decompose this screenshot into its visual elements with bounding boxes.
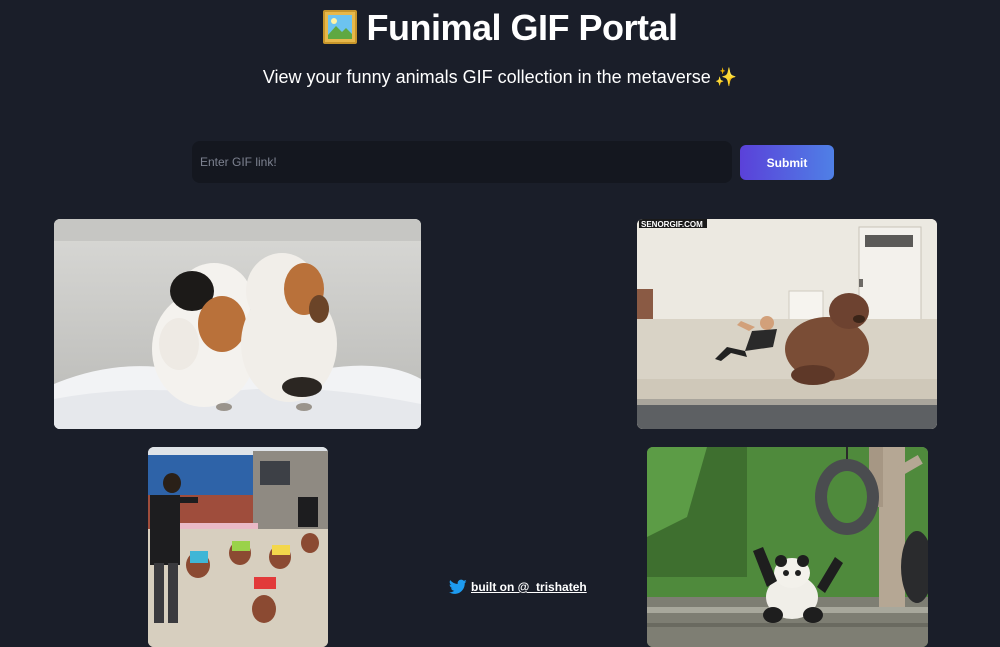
gif-item: SENORGIF.COM xyxy=(637,219,937,429)
framed-picture-icon xyxy=(322,9,358,55)
page-header: Funimal GIF Portal xyxy=(0,0,1000,55)
gif-item xyxy=(647,447,928,647)
gif-watermark: SENORGIF.COM xyxy=(641,220,703,229)
page-subtitle-text: View your funny animals GIF collection i… xyxy=(262,67,711,87)
submit-button[interactable]: Submit xyxy=(740,145,834,180)
page-title: Funimal GIF Portal xyxy=(0,0,1000,55)
gif-item xyxy=(148,447,328,647)
gif-link-input[interactable] xyxy=(192,141,732,183)
built-on-link[interactable]: built on @_trishateh xyxy=(471,580,587,594)
sparkles-icon: ✨ xyxy=(714,67,738,87)
guinea-pigs-image xyxy=(54,219,421,429)
dancing-dogs-image xyxy=(148,447,328,647)
gif-item xyxy=(54,219,421,429)
page-subtitle: View your funny animals GIF collection i… xyxy=(0,66,1000,88)
twitter-icon xyxy=(448,579,467,595)
page-title-text: Funimal GIF Portal xyxy=(366,7,678,48)
walrus-workout-image: SENORGIF.COM xyxy=(637,219,937,429)
panda-tire-image xyxy=(647,447,928,647)
footer: built on @_trishateh xyxy=(448,579,587,595)
